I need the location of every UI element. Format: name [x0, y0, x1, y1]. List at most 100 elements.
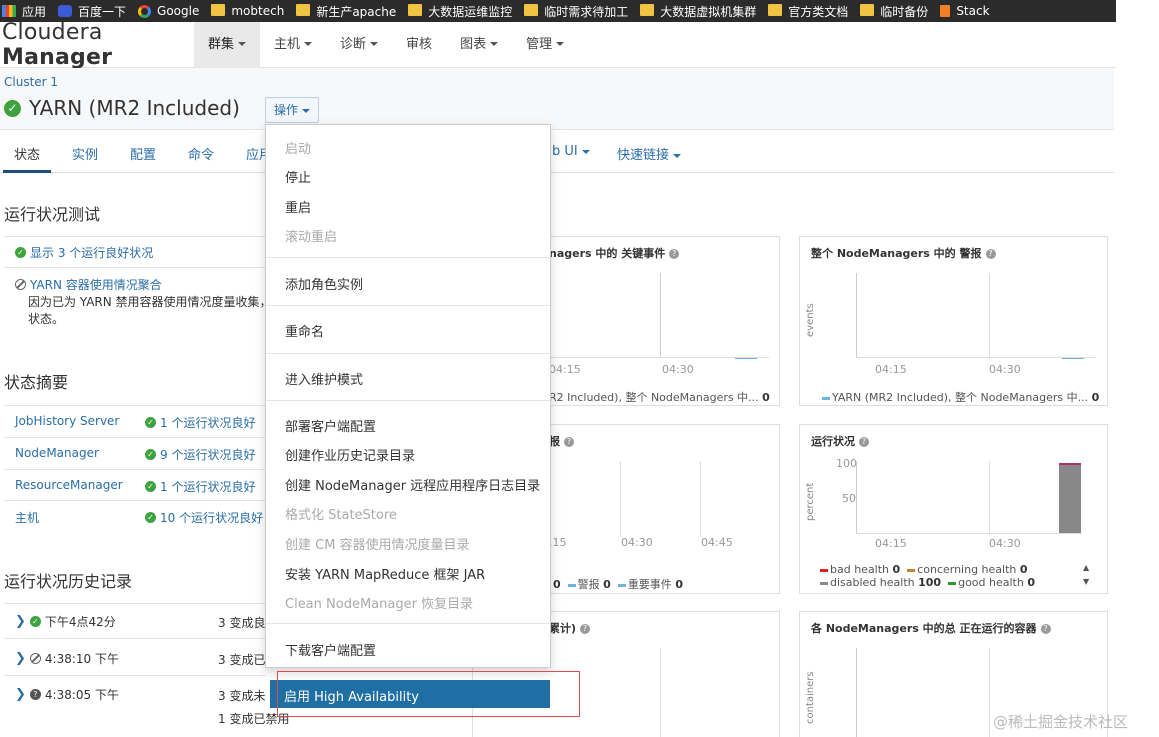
summary-hosts-link[interactable]: 主机	[15, 509, 39, 526]
tab-quick-links[interactable]: 快速链接	[617, 144, 682, 163]
history-row-3[interactable]: ❯? 4:38:05 下午	[15, 686, 119, 703]
service-title: ✓ YARN (MR2 Included)	[4, 96, 240, 120]
summary-hosts-status[interactable]: ✓ 10 个运行状况良好	[145, 509, 263, 526]
help-icon[interactable]: ?	[564, 437, 574, 447]
grid-line	[989, 461, 990, 533]
nav-hosts[interactable]: 主机	[260, 22, 326, 68]
y-axis-label: events	[805, 303, 816, 337]
disabled-icon	[15, 279, 26, 290]
help-icon[interactable]: ?	[859, 437, 869, 447]
panel-title: nagers 中的 关键事件?	[549, 245, 680, 261]
x-axis	[856, 533, 1082, 534]
history-row-1[interactable]: ❯ ✓ 下午4点42分	[15, 613, 116, 630]
menu-item-download-client-config[interactable]: 下载客户端配置	[285, 640, 376, 659]
folder-icon	[408, 4, 423, 16]
help-icon[interactable]: ?	[1040, 624, 1051, 634]
chart-legend: R2 Included), 整个 NodeManagers 中... 0	[549, 391, 770, 404]
check-circle-icon: ✓	[4, 99, 21, 117]
nav-diagnostics[interactable]: 诊断	[326, 22, 392, 68]
status-summary-title: 状态摘要	[4, 373, 69, 392]
menu-item-start[interactable]: 启动	[285, 138, 311, 157]
disabled-icon	[29, 653, 41, 664]
help-icon[interactable]: ?	[669, 249, 680, 259]
bookmark-stack[interactable]: Stack	[938, 0, 999, 22]
summary-nodemanager-link[interactable]: NodeManager	[15, 446, 99, 460]
bookmark-folder-mobtech[interactable]: mobtech	[209, 0, 294, 22]
y-axis	[856, 273, 857, 357]
menu-item-create-cm-metrics-dir[interactable]: 创建 CM 容器使用情况度量目录	[285, 534, 470, 553]
health-tests-title: 运行状况测试	[4, 205, 101, 224]
y-tick: 100	[836, 457, 857, 470]
menu-item-create-history-dir[interactable]: 创建作业历史记录目录	[285, 445, 415, 464]
divider	[4, 437, 266, 438]
menu-item-format-statestore[interactable]: 格式化 StateStore	[285, 504, 397, 523]
aggregation-description: 因为已为 YARN 禁用容器使用情况度量收集，	[28, 295, 272, 309]
summary-jobhistory-link[interactable]: JobHistory Server	[15, 414, 119, 428]
grid-line	[660, 273, 661, 357]
menu-divider	[266, 400, 550, 401]
summary-resourcemanager-status[interactable]: ✓ 1 个运行状况良好	[145, 478, 255, 495]
x-tick: 04:30	[989, 363, 1021, 376]
folder-icon	[640, 4, 655, 16]
menu-item-stop[interactable]: 停止	[285, 167, 311, 186]
actions-dropdown-menu: 启动 停止 重启 滚动重启 添加角色实例 重命名 进入维护模式 部署客户端配置 …	[265, 124, 551, 668]
x-tick: 04:30	[989, 537, 1021, 550]
tab-web-ui[interactable]: b UI	[552, 144, 590, 159]
menu-divider	[266, 353, 550, 354]
actions-button[interactable]: 操作	[265, 97, 320, 123]
menu-item-clean-nodemanager-recovery[interactable]: Clean NodeManager 恢复目录	[285, 593, 473, 612]
bookmark-folder-backup[interactable]: 临时备份	[858, 0, 938, 22]
summary-jobhistory-status[interactable]: ✓ 1 个运行状况良好	[145, 414, 255, 431]
tab-configuration[interactable]: 配置	[130, 144, 156, 163]
bookmark-folder-docs[interactable]: 官方类文档	[766, 0, 858, 22]
menu-item-add-role-instances[interactable]: 添加角色实例	[285, 274, 363, 293]
cluster-breadcrumb[interactable]: Cluster 1	[4, 75, 58, 89]
bookmark-folder-monitor[interactable]: 大数据运维监控	[406, 0, 522, 22]
summary-nodemanager-status[interactable]: ✓ 9 个运行状况良好	[145, 446, 255, 463]
bookmark-folder-apache[interactable]: 新生产apache	[294, 0, 406, 22]
tab-commands[interactable]: 命令	[188, 144, 214, 163]
brand-logo[interactable]: Cloudera Manager	[0, 20, 194, 70]
tab-status[interactable]: 状态	[14, 144, 40, 163]
legend-scroll-down-icon[interactable]: ▼	[1083, 577, 1089, 586]
check-circle-icon: ✓	[145, 481, 156, 492]
nav-audit[interactable]: 审核	[392, 22, 446, 68]
menu-item-maintenance-mode[interactable]: 进入维护模式	[285, 369, 363, 388]
x-tick: 04:30	[621, 536, 653, 549]
nav-admin[interactable]: 管理	[512, 22, 578, 68]
container-aggregation-link[interactable]: YARN 容器使用情况聚合	[15, 276, 162, 293]
menu-item-install-mapreduce-jar[interactable]: 安装 YARN MapReduce 框架 JAR	[285, 564, 485, 583]
nav-cluster[interactable]: 群集	[194, 21, 261, 68]
menu-item-deploy-client-config[interactable]: 部署客户端配置	[285, 416, 376, 435]
chart-legend: YARN (MR2 Included), 整个 NodeManagers 中..…	[822, 389, 1099, 405]
history-row-2[interactable]: ❯ 4:38:10 下午	[15, 650, 119, 667]
legend-scroll-up-icon[interactable]: ▲	[1083, 563, 1089, 572]
bookmark-folder-vm[interactable]: 大数据虚拟机集群	[638, 0, 766, 22]
menu-item-rolling-restart[interactable]: 滚动重启	[285, 226, 337, 245]
divider	[4, 603, 266, 604]
legend-swatch	[820, 568, 828, 572]
divider	[4, 638, 266, 639]
tab-instances[interactable]: 实例	[72, 144, 98, 163]
summary-resourcemanager-link[interactable]: ResourceManager	[15, 478, 123, 492]
menu-item-restart[interactable]: 重启	[285, 197, 311, 216]
menu-divider	[266, 623, 550, 624]
show-good-health-link[interactable]: ✓ 显示 3 个运行良好状况	[15, 244, 153, 261]
check-circle-icon: ✓	[29, 616, 41, 627]
check-circle-icon: ✓	[15, 247, 26, 258]
history-change-3b: 1 变成已禁用	[218, 712, 290, 726]
x-tick: 04:15	[875, 363, 907, 376]
divider	[4, 469, 266, 470]
help-icon[interactable]: ?	[580, 624, 591, 634]
caret-down-icon	[370, 42, 379, 46]
divider	[4, 405, 266, 406]
bookmark-folder-temp[interactable]: 临时需求待加工	[522, 0, 638, 22]
x-tick: 04:45	[701, 536, 733, 549]
menu-item-rename[interactable]: 重命名	[285, 321, 324, 340]
chart-legend-2: disabled health 100 good health 0	[820, 576, 1035, 589]
menu-item-enable-high-availability[interactable]: 启用 High Availability	[270, 680, 550, 708]
menu-item-create-remote-log-dir[interactable]: 创建 NodeManager 远程应用程序日志目录	[285, 475, 540, 494]
help-icon[interactable]: ?	[985, 249, 996, 259]
divider	[4, 500, 266, 501]
nav-charts[interactable]: 图表	[446, 22, 512, 68]
